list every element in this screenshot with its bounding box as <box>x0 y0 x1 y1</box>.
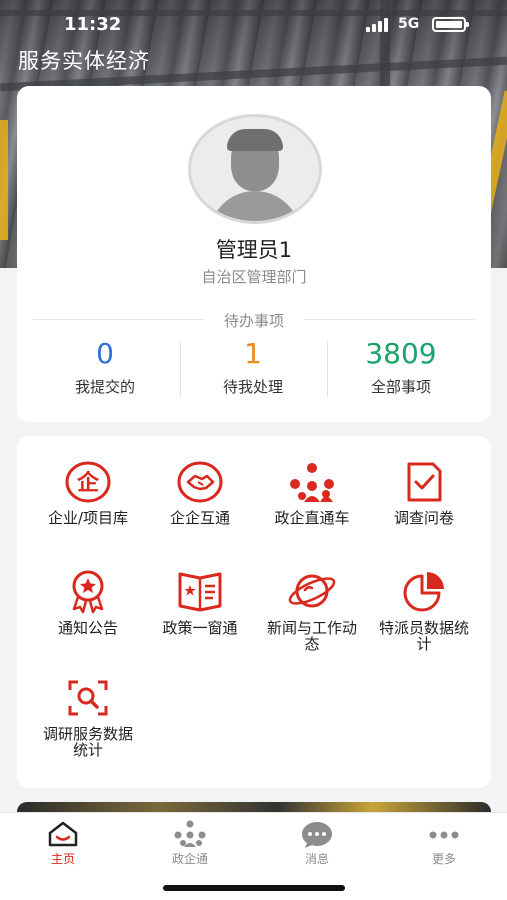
profile-card: 管理员1 自治区管理部门 待办事项 0 我提交的 1 待我处理 3809 全部事… <box>17 86 491 422</box>
function-news[interactable]: 新闻与工作动态 <box>253 568 371 652</box>
home-indicator <box>163 885 345 891</box>
stat-label: 我提交的 <box>74 378 135 396</box>
tab-home[interactable]: 主页 <box>0 819 126 867</box>
network-icon <box>174 820 206 847</box>
pie-chart-icon <box>403 572 444 612</box>
todo-section-title: 待办事项 <box>204 310 304 331</box>
function-label: 政策一窗通 <box>162 619 238 637</box>
function-notice[interactable]: 通知公告 <box>29 568 147 636</box>
home-icon <box>48 821 78 847</box>
function-label: 通知公告 <box>57 619 118 637</box>
tab-gov-enterprise[interactable]: 政企通 <box>127 819 253 867</box>
page-title: 服务实体经济 <box>18 49 150 73</box>
stat-value: 1 <box>244 337 262 370</box>
badge-icon <box>72 570 104 614</box>
survey-icon <box>407 462 442 502</box>
policy-book-icon <box>178 572 222 612</box>
stat-all[interactable]: 3809 全部事项 <box>327 336 475 397</box>
stat-submitted[interactable]: 0 我提交的 <box>31 336 179 397</box>
stat-value: 0 <box>96 337 114 370</box>
function-policy-window[interactable]: 政策一窗通 <box>141 568 259 636</box>
function-label: 调查问卷 <box>393 509 454 527</box>
tab-label: 政企通 <box>171 852 208 866</box>
handshake-icon <box>177 461 223 503</box>
more-icon <box>429 831 459 839</box>
enterprise-icon: 企 <box>65 461 111 503</box>
function-label: 新闻与工作动态 <box>266 619 357 653</box>
function-label: 企企互通 <box>169 509 230 527</box>
avatar[interactable] <box>188 114 322 224</box>
function-enterprise-project[interactable]: 企 企业/项目库 <box>29 460 147 526</box>
function-gov-enterprise-express[interactable]: 政企直通车 <box>253 460 371 526</box>
battery-icon <box>432 17 469 32</box>
tab-more[interactable]: 更多 <box>381 819 507 867</box>
stat-label: 待我处理 <box>222 378 283 396</box>
user-department: 自治区管理部门 <box>201 268 307 286</box>
planet-icon <box>288 574 336 608</box>
function-research-stats[interactable]: 调研服务数据统计 <box>29 676 147 758</box>
tab-messages[interactable]: 消息 <box>254 819 380 867</box>
tab-label: 主页 <box>50 852 75 866</box>
signal-icon <box>366 18 388 32</box>
chat-icon <box>302 822 332 848</box>
function-label: 企业/项目库 <box>47 509 129 527</box>
user-name: 管理员1 <box>215 238 293 262</box>
tab-label: 消息 <box>304 852 329 866</box>
status-bar: 11:32 5G <box>0 0 507 48</box>
function-survey[interactable]: 调查问卷 <box>365 460 483 526</box>
stat-label: 全部事项 <box>370 378 431 396</box>
stat-value: 3809 <box>365 337 437 370</box>
svg-text:企: 企 <box>76 470 100 496</box>
network-icon <box>290 463 334 502</box>
status-time: 11:32 <box>64 14 122 35</box>
tab-label: 更多 <box>431 852 456 866</box>
function-enterprise-exchange[interactable]: 企企互通 <box>141 460 259 526</box>
function-grid: 企 企业/项目库 企企互通 政企直通车 调查问卷 通知公告 政策一窗通 新闻与工… <box>17 436 491 788</box>
scan-search-icon <box>68 680 108 716</box>
function-label: 特派员数据统计 <box>378 619 469 653</box>
stat-pending[interactable]: 1 待我处理 <box>179 336 327 397</box>
function-label: 调研服务数据统计 <box>42 725 133 759</box>
function-commissioner-stats[interactable]: 特派员数据统计 <box>365 568 483 652</box>
network-type: 5G <box>398 16 420 32</box>
function-label: 政企直通车 <box>274 509 350 527</box>
